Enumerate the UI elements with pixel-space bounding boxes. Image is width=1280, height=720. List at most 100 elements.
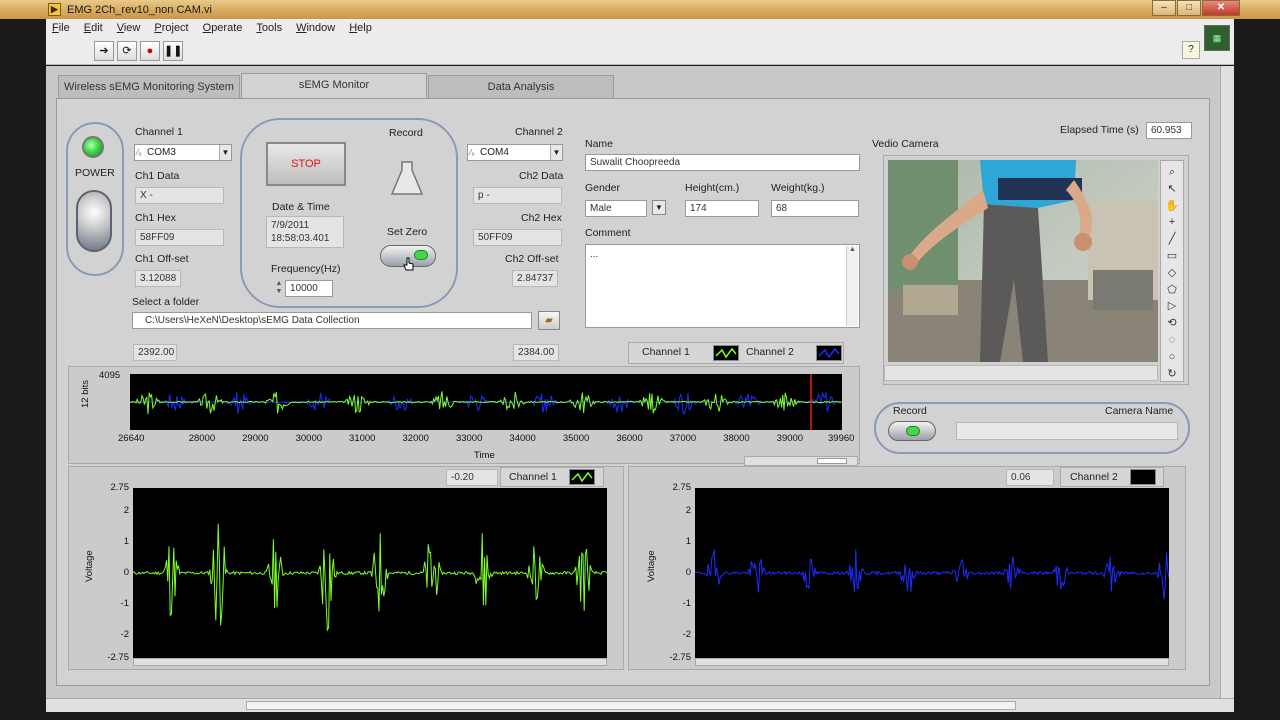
comment-textarea[interactable]: ... [585,244,860,328]
oval-tool-icon[interactable]: ○ [1163,349,1181,366]
camera-name-field [956,422,1178,440]
camera-record-label: Record [893,405,927,417]
ch1-y-tick: -2.75 [107,652,129,663]
ch2-cursor-field: 0.06 [1006,469,1054,486]
ch2-graph-legend-swatch[interactable] [1130,469,1156,485]
menu-window[interactable]: Window [296,22,335,34]
chevron-down-icon: ▼ [550,145,562,160]
ch2-data-field: p - [473,187,562,204]
ch2-offset-label: Ch2 Off-set [505,253,559,265]
pan-hand-icon[interactable]: ✋ [1163,198,1181,215]
minimize-button[interactable]: – [1152,0,1176,16]
name-input[interactable]: Suwalit Choopreeda [585,154,860,171]
freehand-tool-icon[interactable]: ▷ [1163,298,1181,315]
tab-semg-monitor[interactable]: sEMG Monitor [241,73,427,100]
ch1-graph-plot[interactable] [133,488,607,658]
elapsed-label: Elapsed Time (s) [1060,124,1139,136]
folder-path-input[interactable]: C:\Users\HeXeN\Desktop\sEMG Data Collect… [132,312,532,329]
tab-wireless-semg[interactable]: Wireless sEMG Monitoring System [58,75,240,99]
line-tool-icon[interactable]: ╱ [1163,231,1181,248]
gender-dropdown-icon[interactable]: ▼ [652,200,666,215]
run-arrow-icon[interactable]: ➔ [94,40,114,61]
ch1-graph-scrollbar[interactable] [133,658,607,666]
run-continuously-icon[interactable]: ⟳ [117,40,137,61]
ch2-port-select[interactable]: ⁄₀ COM4 ▼ [467,144,563,161]
power-label: POWER [75,167,115,179]
hand-cursor-icon [403,257,415,271]
height-input[interactable]: 174 [685,200,759,217]
frequency-label: Frequency(Hz) [271,263,341,275]
weight-input[interactable]: 68 [771,200,859,217]
ch1-y-tick: -1 [120,597,129,609]
crosshair-icon[interactable]: + [1163,214,1181,231]
vi-connector-icon: ▦ [1204,25,1230,51]
main-graph-scrollbar[interactable] [744,456,858,466]
ch2-y-label: Voltage [646,550,657,582]
pause-icon[interactable]: ❚❚ [163,40,183,61]
setzero-label: Set Zero [387,226,428,238]
annulus-tool-icon[interactable]: ◌ [1163,332,1181,349]
rectangle-tool-icon[interactable]: ▭ [1163,248,1181,265]
datetime-field: 7/9/2011 18:58:03.401 [266,216,344,248]
abort-execution-icon[interactable]: ● [140,40,160,61]
legend-ch1-label: Channel 1 [642,346,690,358]
ch2-y-tick: -2.75 [669,652,691,663]
ch2-graph-plot[interactable] [695,488,1169,658]
menu-view[interactable]: View [117,22,141,34]
ch2-hex-field: 50FF09 [473,229,562,246]
camera-record-led-icon [906,426,920,436]
ch1-graph-legend-swatch[interactable] [569,469,595,485]
gender-label: Gender [585,182,621,194]
menu-help[interactable]: Help [349,22,372,34]
folder-path-value: C:\Users\HeXeN\Desktop\sEMG Data Collect… [145,315,360,326]
lasso-tool-icon[interactable]: ⟲ [1163,315,1181,332]
ch2-y-tick: 1 [685,536,691,548]
close-button[interactable]: ✕ [1202,0,1240,16]
main-x-tick: 26640 [118,433,145,444]
horizontal-scrollbar[interactable] [46,698,1234,712]
ch1-y-tick: 1 [123,536,129,548]
ch2-trace [695,549,1169,600]
context-help-icon[interactable]: ? [1182,41,1200,59]
vertical-scrollbar[interactable] [1220,66,1234,698]
ch1-port-select[interactable]: ⁄₀ COM3 ▼ [134,144,232,161]
main-x-tick: 39960 [828,433,855,444]
labview-app-icon: ▶ [48,3,61,16]
power-switch[interactable] [76,190,112,252]
zoom-icon[interactable]: ⌕ [1163,164,1181,181]
main-x-tick: 35000 [562,433,590,444]
toolbar: ➔ ⟳ ● ❚❚ ? ▦ [46,25,1234,65]
tab-data-analysis[interactable]: Data Analysis [428,75,614,99]
menu-operate[interactable]: Operate [203,22,243,34]
menu-file[interactable]: File [52,22,70,34]
ch2-label: Channel 2 [515,126,563,138]
maximize-button[interactable]: □ [1177,0,1201,16]
polygon-tool-icon[interactable]: ⬠ [1163,282,1181,299]
select-arrow-icon[interactable]: ↖ [1163,181,1181,198]
gender-select[interactable]: Male [585,200,647,217]
camera-name-label: Camera Name [1105,405,1174,417]
menu-edit[interactable]: Edit [84,22,103,34]
main-graph-plot[interactable] [130,374,842,430]
ch1-label: Channel 1 [135,126,183,138]
main-x-tick: 37000 [669,433,697,444]
stop-button[interactable]: STOP [266,142,346,186]
frequency-input[interactable]: 10000 [285,280,333,297]
rotated-rect-icon[interactable]: ◇ [1163,265,1181,282]
comment-scrollbar[interactable]: ▲ [846,246,858,326]
ch1-offset-field: 3.12088 [135,270,181,287]
browse-folder-icon[interactable]: ▰ [538,311,560,330]
record-flask-icon[interactable] [390,160,424,198]
rotate-tool-icon[interactable]: ↻ [1163,366,1181,383]
main-x-tick: 28000 [188,433,216,444]
ch2-graph-scrollbar[interactable] [695,658,1169,666]
legend-ch1-swatch[interactable] [713,345,739,361]
frequency-spinner[interactable]: ▲ ▼ [274,280,284,297]
legend-ch2-swatch[interactable] [816,345,842,361]
menu-tools[interactable]: Tools [256,22,282,34]
ch1-y-label: Voltage [84,550,95,582]
ch1-data-field: X - [135,187,224,204]
ch1-y-tick: 2 [123,505,129,517]
menu-project[interactable]: Project [154,22,188,34]
time-value: 18:58:03.401 [271,233,330,244]
